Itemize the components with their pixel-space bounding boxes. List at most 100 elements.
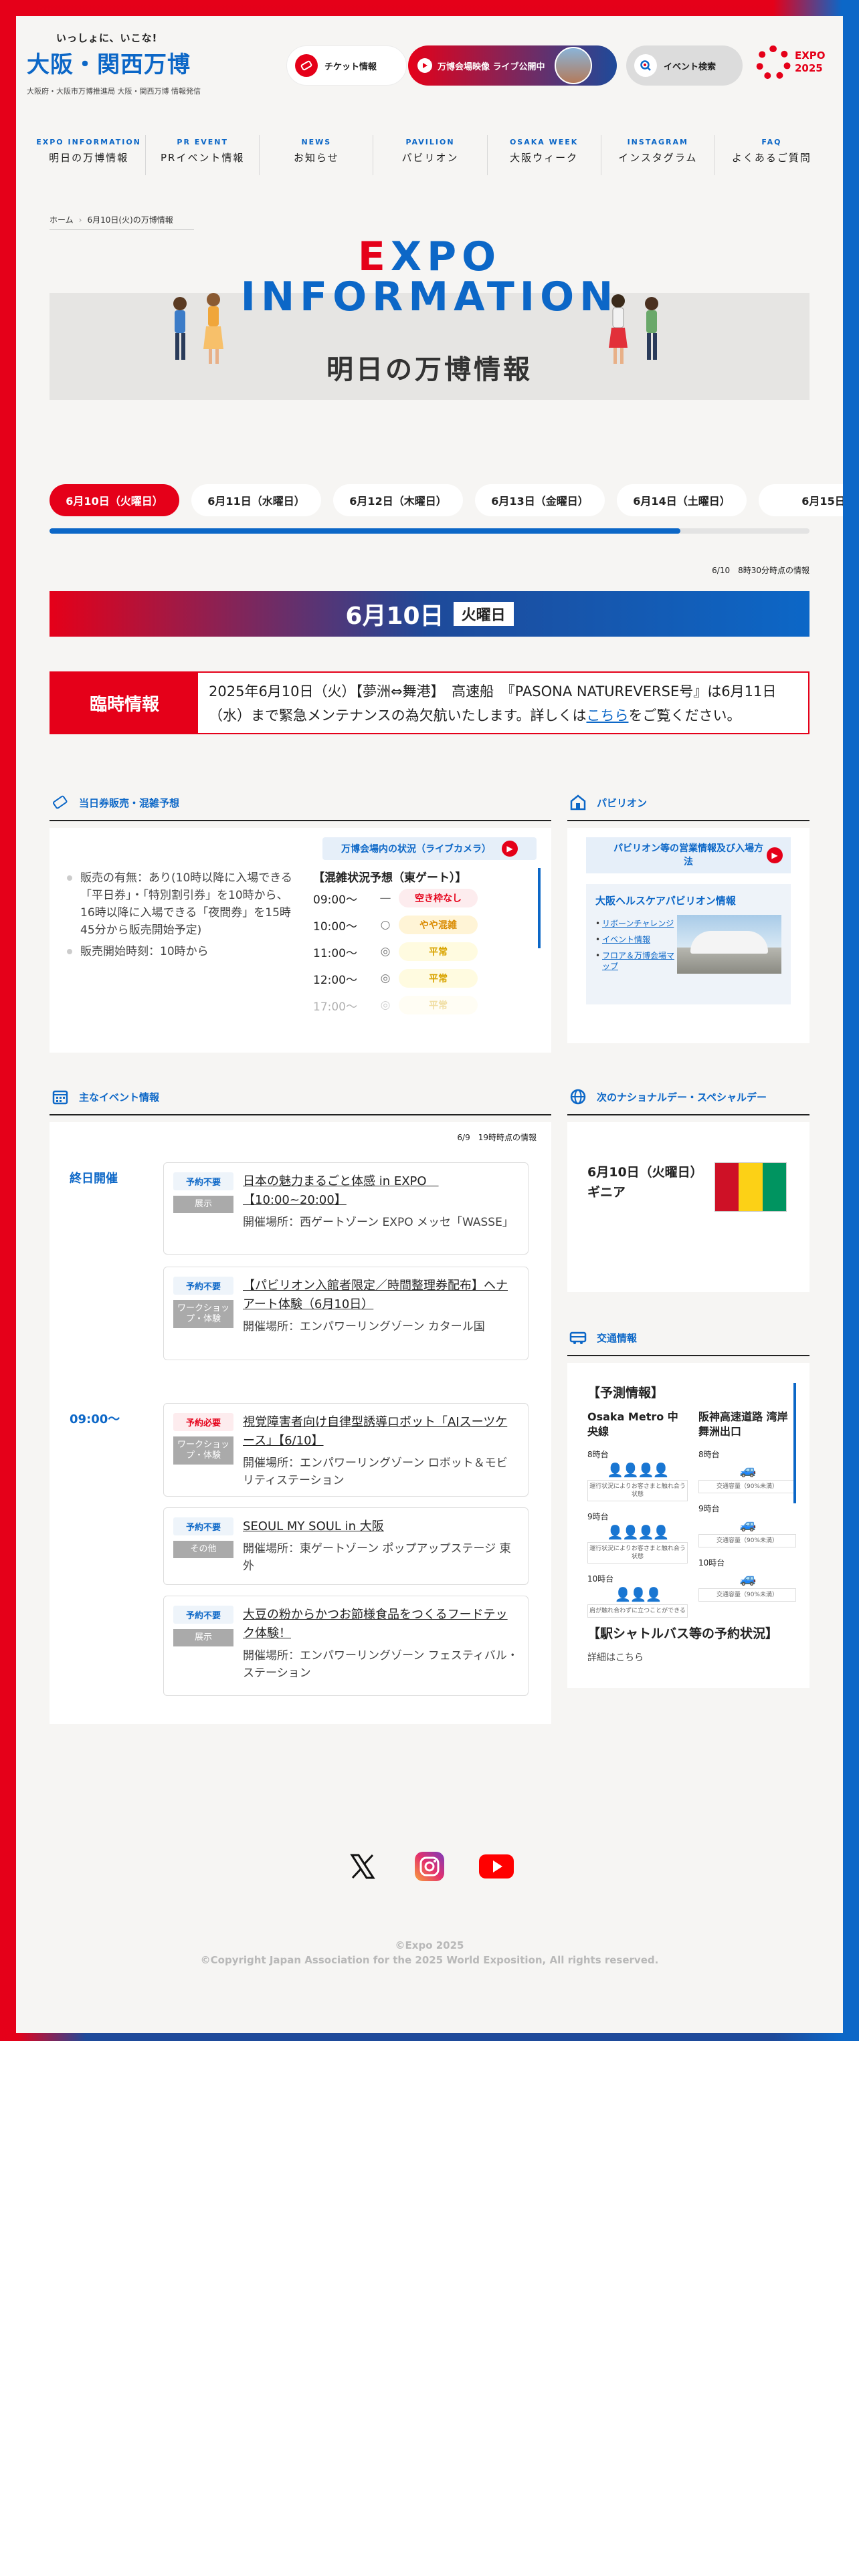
date-tabs-scrollbar[interactable] <box>50 528 809 534</box>
nav-item-news[interactable]: NEWS お知らせ <box>260 135 374 175</box>
event-card[interactable]: 予約不要ワークショップ・体験 【パビリオン入館者限定／時間整理券配布】ヘナアート… <box>163 1267 529 1360</box>
page: いっしょに、いこな! 大阪・関西万博 大阪府・大阪市万博推進局 大阪・関西万博 … <box>16 16 843 2033</box>
live-camera-label: 万博会場内の状況（ライブカメラ） <box>341 844 491 855</box>
congestion-mark: ◎ <box>380 972 391 985</box>
footer-copyright: ©Copyright Japan Association for the 202… <box>200 1954 659 1966</box>
live-video-button[interactable]: 万博会場映像 ライブ公開中 <box>408 45 617 86</box>
date-tabs-scrollbar-thumb[interactable] <box>50 528 680 534</box>
traffic-note: 肩が触れ合わずに立つことができる <box>587 1604 688 1618</box>
date-tab-active[interactable]: 6月10日（火曜日） <box>50 484 179 516</box>
reservation-badge: 予約不要 <box>173 1277 233 1295</box>
event-search-button[interactable]: イベント検索 <box>626 45 743 86</box>
event-title[interactable]: 【パビリオン入館者限定／時間整理券配布】ヘナアート体験（6月10日） <box>243 1277 518 1314</box>
date-tab[interactable]: 6月12日（木曜日） <box>333 484 463 516</box>
traffic-route-name: 阪神高速道路 湾岸舞洲出口 <box>698 1410 788 1438</box>
congestion-badge: 平常 <box>399 996 478 1014</box>
pavilion-info-button[interactable]: パビリオン等の営業情報及び入場方法 ▶ <box>586 837 791 873</box>
pavilion-link[interactable]: フロア＆万博会場マップ <box>595 950 674 972</box>
selected-day-of-week: 火曜日 <box>453 602 514 626</box>
event-place: 開催場所：エンパワーリングゾーン カタール国 <box>243 1320 485 1333</box>
pavilion-feature-title: 大阪ヘルスケアパビリオン情報 <box>595 895 736 907</box>
event-title[interactable]: SEOUL MY SOUL in 大阪 <box>243 1517 518 1536</box>
social-links <box>16 1848 843 1885</box>
event-title[interactable]: 視覚障害者向け自律型誘導ロボット「AIスーツケース」【6/10】 <box>243 1413 518 1451</box>
nav-en-label: EXPO INFORMATION <box>36 138 141 146</box>
pavilion-link[interactable]: イベント情報 <box>595 934 674 945</box>
nav-item-pavilion[interactable]: PAVILION パビリオン <box>373 135 488 175</box>
car-icon: 🚙 <box>739 1570 757 1586</box>
event-card[interactable]: 予約不要展示 日本の魅力まるごと体感 in EXPO 【10:00~20:00】… <box>163 1162 529 1255</box>
events-section: 主なイベント情報 6/9 19時時点の情報 終日開催 09:00〜 予約不要 展示… <box>50 1086 551 1724</box>
ticket-section: 当日券販売・混雑予想 万博会場内の状況（ライブカメラ） ▶ 販売の有無：あり(10… <box>50 792 551 1053</box>
congestion-row: 17:00〜 ◎ 平常 <box>313 992 541 1018</box>
nav-item-instagram[interactable]: INSTAGRAM インスタグラム <box>601 135 715 175</box>
expo-2025-logo[interactable]: EXPO 2025 <box>756 43 836 90</box>
congestion-scrollbar[interactable] <box>538 868 541 948</box>
pavilion-link[interactable]: リボーンチャレンジ <box>595 918 674 929</box>
list-item: 販売開始時刻：10時から <box>67 943 301 960</box>
congestion-mark: ○ <box>380 918 391 932</box>
instagram-icon[interactable] <box>411 1848 448 1885</box>
congestion-forecast: 【混雑状況予想（東ゲート）】 09:00〜 — 空き枠なし 10:00〜 ○ やや混雑 11… <box>313 868 541 1039</box>
congestion-time: 12:00〜 <box>313 973 357 987</box>
reservation-badge: 予約必要 <box>173 1413 233 1431</box>
live-thumbnail <box>554 47 592 84</box>
reservation-badge: 予約不要 <box>173 1172 233 1190</box>
ticket-info-button[interactable]: チケット情報 <box>286 45 407 86</box>
crowd-level-icon: 👤👤👤👤 <box>607 1462 670 1478</box>
selected-date-bar: 6月10日 火曜日 <box>50 591 809 637</box>
ticket-section-title: 当日券販売・混雑予想 <box>79 796 180 809</box>
traffic-scrollbar[interactable] <box>793 1383 796 1503</box>
nav-item-expo-information[interactable]: EXPO INFORMATION 明日の万博情報 <box>32 135 147 175</box>
traffic-time: 10時台 <box>587 1574 614 1584</box>
as-of-time: 6/10 8時30分時点の情報 <box>712 566 809 575</box>
notice-link[interactable]: こちら <box>586 708 628 724</box>
flag-stripe <box>715 1163 739 1211</box>
traffic-column-metro: Osaka Metro 中央線 8時台 👤👤👤👤 運行状況によりお客さまと触れ合う状… <box>587 1410 688 1618</box>
live-camera-button[interactable]: 万博会場内の状況（ライブカメラ） ▶ <box>322 837 537 860</box>
event-card[interactable]: 予約必要 ワークショップ・体験 視覚障害者向け自律型誘導ロボット「AIスーツケース… <box>163 1403 529 1497</box>
traffic-note: 交通容量（90%未満） <box>698 1588 796 1602</box>
shuttle-detail-link[interactable]: 詳細はこちら <box>587 1650 644 1664</box>
nav-jp-label: 大阪ウィーク <box>510 152 579 164</box>
myaku-myaku-mark <box>756 45 791 80</box>
car-icon: 🚙 <box>739 1462 757 1478</box>
traffic-time: 8時台 <box>698 1450 720 1459</box>
expo-logo-year: 2025 <box>795 62 823 74</box>
nav-item-faq[interactable]: FAQ よくあるご質問 <box>715 135 828 175</box>
traffic-route-name: Osaka Metro 中央線 <box>587 1410 678 1438</box>
global-nav: EXPO INFORMATION 明日の万博情報 PR EVENT PRイベント情報… <box>32 135 828 175</box>
nav-en-label: PAVILION <box>405 138 455 146</box>
date-tab[interactable]: 6月11日（水曜日） <box>191 484 321 516</box>
congestion-title: 【混雑状況予想（東ゲート）】 <box>313 871 467 885</box>
category-badge: ワークショップ・体験 <box>173 1300 233 1328</box>
nav-item-pr-event[interactable]: PR EVENT PRイベント情報 <box>146 135 260 175</box>
date-tab[interactable]: 6月15日 <box>759 484 843 516</box>
flag-stripe <box>762 1163 786 1211</box>
date-tab[interactable]: 6月13日（金曜日） <box>475 484 605 516</box>
calendar-icon <box>50 1086 71 1107</box>
nav-jp-label: よくあるご質問 <box>731 152 812 164</box>
nav-jp-label: インスタグラム <box>618 152 698 164</box>
arrow-right-icon: ▶ <box>767 847 783 863</box>
traffic-time: 9時台 <box>587 1512 609 1521</box>
nav-jp-label: パビリオン <box>401 152 459 164</box>
x-icon[interactable] <box>345 1848 381 1885</box>
youtube-icon[interactable] <box>478 1848 514 1885</box>
pavilion-photo <box>677 915 781 974</box>
date-tab[interactable]: 6月14日（土曜日） <box>617 484 747 516</box>
nav-item-osaka-week[interactable]: OSAKA WEEK 大阪ウィーク <box>488 135 601 175</box>
event-card[interactable]: 予約不要 その他 SEOUL MY SOUL in 大阪 開催場所：東ゲートゾーン … <box>163 1507 529 1585</box>
date-tabs: 6月10日（火曜日） 6月11日（水曜日） 6月12日（木曜日） 6月13日（金… <box>50 484 843 518</box>
event-title[interactable]: 大豆の粉からかつお節様食品をつくるフードテック体験！ <box>243 1606 518 1643</box>
event-group-time: 09:00〜 <box>70 1412 120 1426</box>
event-title[interactable]: 日本の魅力まるごと体感 in EXPO 【10:00~20:00】 <box>243 1172 518 1210</box>
category-badge: 展示 <box>173 1196 233 1213</box>
events-card: 6/9 19時時点の情報 終日開催 09:00〜 予約不要 展示 日本の魅力まるご… <box>50 1122 551 1724</box>
breadcrumb-home[interactable]: ホーム <box>50 215 74 225</box>
site-logo[interactable]: いっしょに、いこな! 大阪・関西万博 大阪府・大阪市万博推進局 大阪・関西万博 … <box>27 31 227 118</box>
congestion-badge: 平常 <box>399 969 478 988</box>
national-day-card: 6月10日（火曜日） ギニア <box>567 1122 809 1292</box>
event-place: 開催場所：東ゲートゾーン ポップアップステージ 東外 <box>243 1542 511 1573</box>
event-card[interactable]: 予約不要 展示 大豆の粉からかつお節様食品をつくるフードテック体験！ 開催場所：エン… <box>163 1596 529 1696</box>
